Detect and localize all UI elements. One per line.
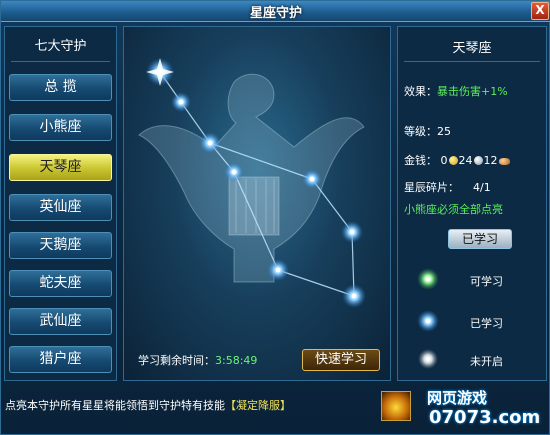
constellation-map xyxy=(138,58,366,308)
footer-text: 点亮本守护所有星星将能领悟到守护特有技能 xyxy=(5,399,225,412)
gold-coin-icon xyxy=(448,156,458,165)
fragment-row: 星辰碎片： 4/1 xyxy=(404,179,491,195)
star-node[interactable] xyxy=(224,162,244,182)
constellation-view: 学习剩余时间：3:58:49 快速学习 xyxy=(123,26,391,381)
requirement-text: 小熊座必须全部点亮 xyxy=(404,203,503,216)
nav-item-cygnus[interactable]: 天鹅座 xyxy=(9,232,112,259)
nav-item-overview[interactable]: 总 揽 xyxy=(9,74,112,101)
star-node[interactable] xyxy=(342,284,366,308)
money-silver: 24 xyxy=(458,154,473,167)
learned-star-icon xyxy=(417,310,439,332)
star-node[interactable] xyxy=(302,169,322,189)
nav-item-hercules[interactable]: 武仙座 xyxy=(9,308,112,335)
constellation-window: 星座守护 X 七大守护 总 揽 小熊座 天琴座 英仙座 天鹅座 蛇夫座 武仙座 … xyxy=(0,0,550,435)
constellation-name: 天琴座 xyxy=(452,41,492,56)
nav-item-orion[interactable]: 猎户座 xyxy=(9,346,112,373)
timer-value: 3:58:49 xyxy=(215,354,258,367)
effect-row: 效果：暴击伤害+1% xyxy=(404,83,508,99)
silver-coin-icon xyxy=(473,156,483,165)
nav-item-perseus[interactable]: 英仙座 xyxy=(9,194,112,221)
copper-coin-icon xyxy=(498,158,510,165)
learnable-star-icon xyxy=(417,268,439,290)
info-panel: 天琴座 效果：暴击伤害+1% 等级：25 金钱： 0 24 12 星辰碎片： 4/1 … xyxy=(397,26,547,381)
nav-divider xyxy=(11,61,110,62)
fragment-value: 4/1 xyxy=(473,181,491,194)
skill-name: 【凝定降服】 xyxy=(225,399,291,412)
quick-learn-button[interactable]: 快速学习 xyxy=(302,349,380,371)
effect-label: 效果： xyxy=(404,85,437,98)
watermark-top: 网页游戏 xyxy=(427,389,488,407)
skill-icon[interactable] xyxy=(381,391,411,421)
star-node[interactable] xyxy=(146,58,174,86)
money-gold: 0 xyxy=(440,154,448,167)
footer-hint: 点亮本守护所有星星将能领悟到守护特有技能【凝定降服】 xyxy=(1,397,377,413)
effect-value: 暴击伤害+1% xyxy=(437,85,508,98)
learn-timer: 学习剩余时间：3:58:49 xyxy=(138,352,257,368)
level-row: 等级：25 xyxy=(404,123,451,139)
nav-item-ophiuchus[interactable]: 蛇夫座 xyxy=(9,270,112,297)
nav-header: 七大守护 xyxy=(34,39,87,54)
star-node[interactable] xyxy=(267,259,289,281)
site-watermark: 网页游戏 07073.com xyxy=(419,385,550,435)
locked-star-icon xyxy=(418,349,438,369)
level-value: 25 xyxy=(437,125,451,138)
window-title: 星座守护 xyxy=(249,6,302,21)
nav-item-lyra[interactable]: 天琴座 xyxy=(9,154,112,181)
nav-item-ursa-minor[interactable]: 小熊座 xyxy=(9,114,112,141)
star-node[interactable] xyxy=(341,221,363,243)
fragment-label: 星辰碎片： xyxy=(404,181,459,194)
close-button[interactable]: X xyxy=(531,2,549,20)
legend-locked: 未开启 xyxy=(470,355,503,368)
money-copper: 12 xyxy=(483,154,498,167)
learned-button[interactable]: 已学习 xyxy=(448,229,512,249)
legend-learnable: 可学习 xyxy=(470,275,503,288)
star-node[interactable] xyxy=(171,92,191,112)
info-divider xyxy=(404,61,540,62)
legend-learned: 已学习 xyxy=(470,317,503,330)
money-row: 金钱： 0 24 12 xyxy=(404,152,511,168)
level-label: 等级： xyxy=(404,125,437,138)
guardian-nav: 七大守护 总 揽 小熊座 天琴座 英仙座 天鹅座 蛇夫座 武仙座 猎户座 xyxy=(4,26,117,381)
money-label: 金钱： xyxy=(404,154,437,167)
watermark-bottom: 07073.com xyxy=(429,407,541,428)
timer-label: 学习剩余时间： xyxy=(138,354,215,367)
title-bar[interactable]: 星座守护 X xyxy=(1,1,550,22)
star-node[interactable] xyxy=(199,132,221,154)
